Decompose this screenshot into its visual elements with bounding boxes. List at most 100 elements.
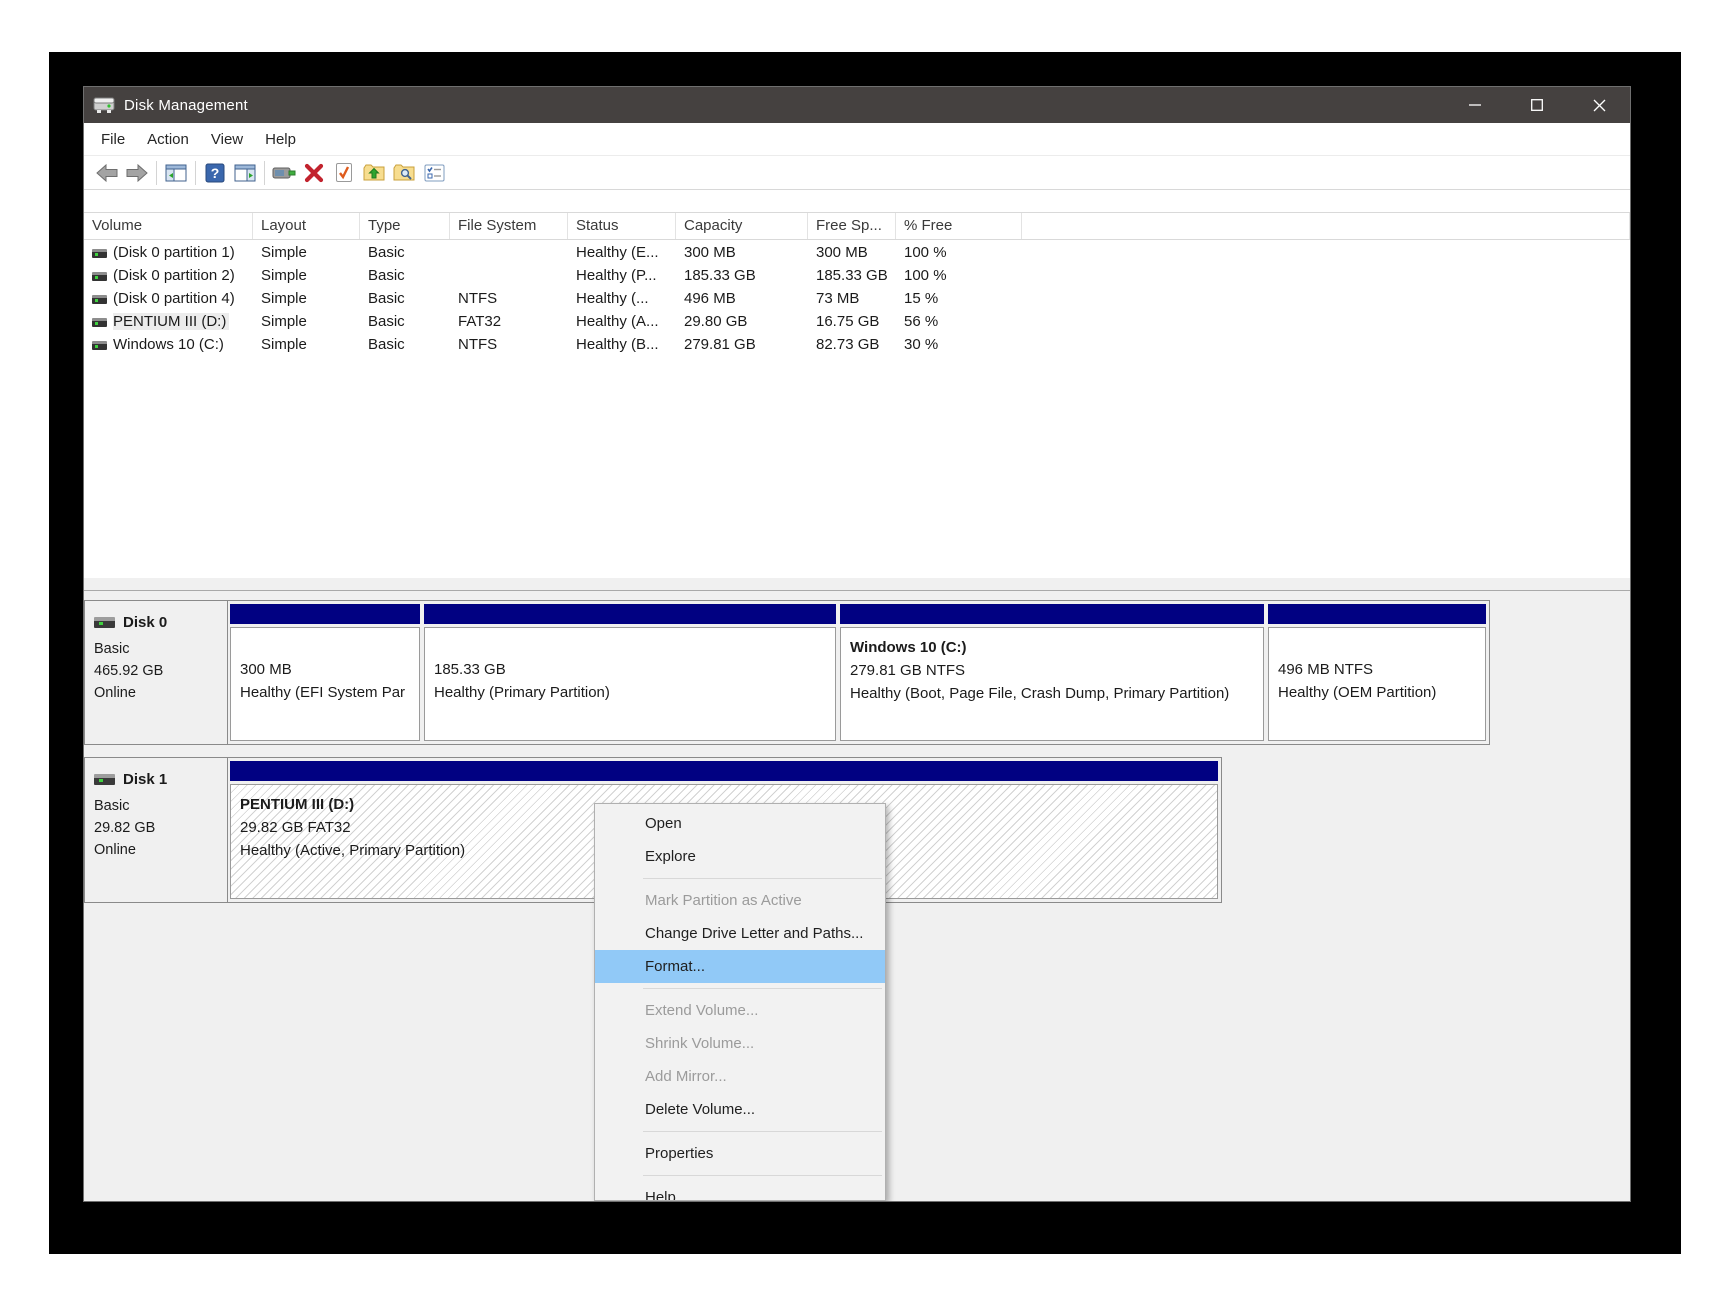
volume-list-header: Volume Layout Type File System Status Ca… bbox=[84, 212, 1630, 240]
folder-up-arrow-icon bbox=[363, 163, 385, 182]
close-button[interactable] bbox=[1568, 87, 1630, 123]
partition-size: 300 MB bbox=[240, 658, 419, 681]
show-console-tree-button[interactable] bbox=[161, 159, 191, 187]
cell-capacity: 496 MB bbox=[676, 287, 808, 310]
cell-free-space: 73 MB bbox=[808, 287, 896, 310]
menu-separator bbox=[643, 1131, 882, 1132]
minimize-icon bbox=[1469, 99, 1481, 111]
partition-color-band bbox=[840, 604, 1264, 624]
menu-item-action[interactable]: Action bbox=[136, 131, 200, 148]
column-header-layout[interactable]: Layout bbox=[253, 213, 360, 239]
partition-oem[interactable]: 496 MB NTFS Healthy (OEM Partition) bbox=[1268, 604, 1486, 741]
column-header-free-space[interactable]: Free Sp... bbox=[808, 213, 896, 239]
minimize-button[interactable] bbox=[1444, 87, 1506, 123]
drive-tool-icon bbox=[272, 164, 296, 182]
menu-item-explore[interactable]: Explore bbox=[595, 840, 885, 873]
column-header-capacity[interactable]: Capacity bbox=[676, 213, 808, 239]
cell-pct-free: 30 % bbox=[896, 333, 1022, 356]
volume-icon bbox=[92, 318, 107, 327]
maximize-button[interactable] bbox=[1506, 87, 1568, 123]
column-header-filler bbox=[1022, 213, 1630, 239]
menu-separator bbox=[643, 1175, 882, 1176]
menu-item-open[interactable]: Open bbox=[595, 807, 885, 840]
checked-document-icon bbox=[335, 162, 353, 183]
menu-item-change-drive-letter[interactable]: Change Drive Letter and Paths... bbox=[595, 917, 885, 950]
svg-text:?: ? bbox=[211, 165, 220, 181]
volume-row[interactable]: (Disk 0 partition 1) Simple Basic Health… bbox=[84, 241, 1630, 264]
toolbar: ? bbox=[84, 156, 1630, 190]
menu-separator bbox=[643, 878, 882, 879]
disk-name: Disk 0 bbox=[123, 614, 167, 631]
volume-icon bbox=[92, 272, 107, 281]
column-header-file-system[interactable]: File System bbox=[450, 213, 568, 239]
column-header-type[interactable]: Type bbox=[360, 213, 450, 239]
column-header-volume[interactable]: Volume bbox=[84, 213, 253, 239]
partition-recovery[interactable]: 185.33 GB Healthy (Primary Partition) bbox=[424, 604, 836, 741]
checked-document-button[interactable] bbox=[329, 159, 359, 187]
partition-status: Healthy (Primary Partition) bbox=[434, 681, 835, 704]
menu-item-format[interactable]: Format... bbox=[595, 950, 885, 983]
partition-size: 279.81 GB NTFS bbox=[850, 659, 1263, 682]
help-button[interactable]: ? bbox=[200, 159, 230, 187]
cell-layout: Simple bbox=[253, 310, 360, 333]
disk-type: Basic bbox=[94, 795, 227, 817]
partition-color-band bbox=[230, 604, 420, 624]
show-action-pane-button[interactable] bbox=[230, 159, 260, 187]
menu-item-file[interactable]: File bbox=[90, 131, 136, 148]
delete-button[interactable] bbox=[299, 159, 329, 187]
menu-bar: File Action View Help bbox=[84, 123, 1630, 156]
partition-efi-system[interactable]: 300 MB Healthy (EFI System Par bbox=[230, 604, 420, 741]
menu-item-properties[interactable]: Properties bbox=[595, 1137, 885, 1170]
partition-color-band bbox=[1268, 604, 1486, 624]
back-button[interactable] bbox=[92, 159, 122, 187]
partition-windows-c[interactable]: Windows 10 (C:) 279.81 GB NTFS Healthy (… bbox=[840, 604, 1264, 741]
cell-pct-free: 56 % bbox=[896, 310, 1022, 333]
cell-pct-free: 15 % bbox=[896, 287, 1022, 310]
column-header-status[interactable]: Status bbox=[568, 213, 676, 239]
disk-size: 465.92 GB bbox=[94, 660, 227, 682]
folder-up-button[interactable] bbox=[359, 159, 389, 187]
disk1-panel[interactable]: Disk 1 Basic 29.82 GB Online bbox=[84, 757, 228, 903]
titlebar: Disk Management bbox=[84, 87, 1630, 123]
volume-row[interactable]: Windows 10 (C:) Simple Basic NTFS Health… bbox=[84, 333, 1630, 356]
folder-search-button[interactable] bbox=[389, 159, 419, 187]
page: Disk Management File Action View Help bbox=[0, 0, 1713, 1302]
volume-row[interactable]: (Disk 0 partition 4) Simple Basic NTFS H… bbox=[84, 287, 1630, 310]
menu-item-shrink-volume: Shrink Volume... bbox=[595, 1027, 885, 1060]
disk0-panel[interactable]: Disk 0 Basic 465.92 GB Online bbox=[84, 600, 228, 745]
task-checklist-button[interactable] bbox=[419, 159, 449, 187]
console-tree-icon bbox=[165, 164, 187, 182]
folder-search-icon bbox=[393, 163, 415, 182]
volume-row[interactable]: (Disk 0 partition 2) Simple Basic Health… bbox=[84, 264, 1630, 287]
cell-free-space: 185.33 GB bbox=[808, 264, 896, 287]
partition-size: 185.33 GB bbox=[434, 658, 835, 681]
pane-splitter[interactable] bbox=[84, 578, 1630, 591]
volume-icon bbox=[92, 295, 107, 304]
column-header-pct-free[interactable]: % Free bbox=[896, 213, 1022, 239]
menu-item-delete-volume[interactable]: Delete Volume... bbox=[595, 1093, 885, 1126]
menu-item-add-mirror: Add Mirror... bbox=[595, 1060, 885, 1093]
maximize-icon bbox=[1531, 99, 1543, 111]
action-pane-icon bbox=[234, 164, 256, 182]
menu-item-mark-partition-active: Mark Partition as Active bbox=[595, 884, 885, 917]
menu-item-help[interactable]: Help bbox=[254, 131, 307, 148]
cell-type: Basic bbox=[360, 333, 450, 356]
disk-icon bbox=[94, 774, 115, 785]
close-icon bbox=[1593, 99, 1606, 112]
disk0-row: Disk 0 Basic 465.92 GB Online 300 MB Hea… bbox=[84, 600, 1490, 745]
menu-item-extend-volume: Extend Volume... bbox=[595, 994, 885, 1027]
menu-item-view[interactable]: View bbox=[200, 131, 254, 148]
disk-icon bbox=[94, 617, 115, 628]
cell-pct-free: 100 % bbox=[896, 241, 1022, 264]
cell-capacity: 279.81 GB bbox=[676, 333, 808, 356]
forward-button[interactable] bbox=[122, 159, 152, 187]
cell-volume: (Disk 0 partition 2) bbox=[113, 267, 235, 284]
menu-item-help[interactable]: Help bbox=[595, 1181, 885, 1201]
partition-status: Healthy (Boot, Page File, Crash Dump, Pr… bbox=[850, 682, 1263, 705]
volume-row-selected[interactable]: PENTIUM III (D:) Simple Basic FAT32 Heal… bbox=[84, 310, 1630, 333]
cell-status: Healthy (P... bbox=[568, 264, 676, 287]
disk-status: Online bbox=[94, 682, 227, 704]
drive-tool-button[interactable] bbox=[269, 159, 299, 187]
cell-status: Healthy (E... bbox=[568, 241, 676, 264]
partition-color-band bbox=[424, 604, 836, 624]
